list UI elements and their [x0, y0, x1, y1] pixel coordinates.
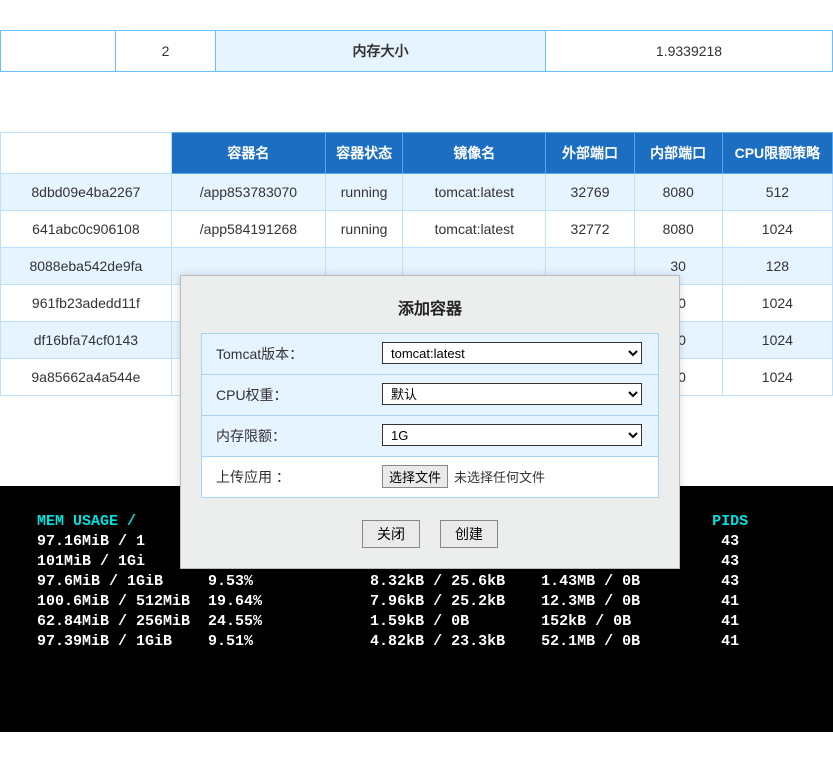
cell-image: tomcat:latest	[403, 174, 546, 211]
cell-id: 8088eba542de9fa	[1, 248, 172, 285]
hdr-cpu-quota: CPU限额策略	[722, 133, 832, 174]
row-cpu: CPU权重： 默认	[202, 374, 658, 415]
upload-label: 上传应用 ：	[202, 457, 372, 497]
cell-int_port: 8080	[634, 174, 722, 211]
close-button[interactable]: 关闭	[362, 520, 420, 548]
tomcat-label: Tomcat版本：	[202, 334, 372, 374]
cell-id: 9a85662a4a544e	[1, 359, 172, 396]
summary-table: 2 内存大小 1.9339218	[0, 30, 833, 72]
choose-file-button[interactable]: 选择文件	[382, 465, 448, 488]
cell-state: running	[326, 211, 403, 248]
cell-cpu_quota: 1024	[722, 359, 832, 396]
hdr-int-port: 内部端口	[634, 133, 722, 174]
summary-empty	[1, 31, 116, 72]
hdr-image: 镜像名	[403, 133, 546, 174]
containers-header-row: 容器名 容器状态 镜像名 外部端口 内部端口 CPU限额策略	[1, 133, 833, 174]
hdr-ext-port: 外部端口	[546, 133, 634, 174]
table-row[interactable]: 8dbd09e4ba2267/app853783070runningtomcat…	[1, 174, 833, 211]
modal-form: Tomcat版本： tomcat:latest CPU权重： 默认 内存限额： …	[201, 333, 659, 498]
row-tomcat: Tomcat版本： tomcat:latest	[202, 334, 658, 374]
cell-state: running	[326, 174, 403, 211]
cell-name: /app584191268	[171, 211, 325, 248]
file-status: 未选择任何文件	[454, 470, 545, 485]
modal-buttons: 关闭 创建	[181, 520, 679, 548]
table-row[interactable]: 641abc0c906108/app584191268runningtomcat…	[1, 211, 833, 248]
mem-limit-select[interactable]: 1G	[382, 424, 642, 446]
add-container-modal: 添加容器 Tomcat版本： tomcat:latest CPU权重： 默认 内…	[180, 275, 680, 569]
summary-cpu-count: 2	[116, 31, 216, 72]
cpu-label: CPU权重：	[202, 375, 372, 415]
summary-mem-value: 1.9339218	[546, 31, 833, 72]
hdr-state: 容器状态	[326, 133, 403, 174]
cell-int_port: 8080	[634, 211, 722, 248]
cell-name: /app853783070	[171, 174, 325, 211]
cell-cpu_quota: 1024	[722, 211, 832, 248]
cell-id: 961fb23adedd11f	[1, 285, 172, 322]
cell-ext_port: 32772	[546, 211, 634, 248]
summary-mem-label: 内存大小	[216, 31, 546, 72]
cell-image: tomcat:latest	[403, 211, 546, 248]
create-button[interactable]: 创建	[440, 520, 498, 548]
cpu-weight-select[interactable]: 默认	[382, 383, 642, 405]
cell-id: df16bfa74cf0143	[1, 322, 172, 359]
row-upload: 上传应用 ： 选择文件未选择任何文件	[202, 456, 658, 497]
cell-cpu_quota: 1024	[722, 285, 832, 322]
cell-cpu_quota: 512	[722, 174, 832, 211]
tomcat-select[interactable]: tomcat:latest	[382, 342, 642, 364]
cell-id: 8dbd09e4ba2267	[1, 174, 172, 211]
cell-cpu_quota: 1024	[722, 322, 832, 359]
cell-cpu_quota: 128	[722, 248, 832, 285]
mem-label: 内存限额：	[202, 416, 372, 456]
row-mem: 内存限额： 1G	[202, 415, 658, 456]
cell-ext_port: 32769	[546, 174, 634, 211]
modal-title: 添加容器	[181, 291, 679, 333]
hdr-name: 容器名	[171, 133, 325, 174]
cell-id: 641abc0c906108	[1, 211, 172, 248]
